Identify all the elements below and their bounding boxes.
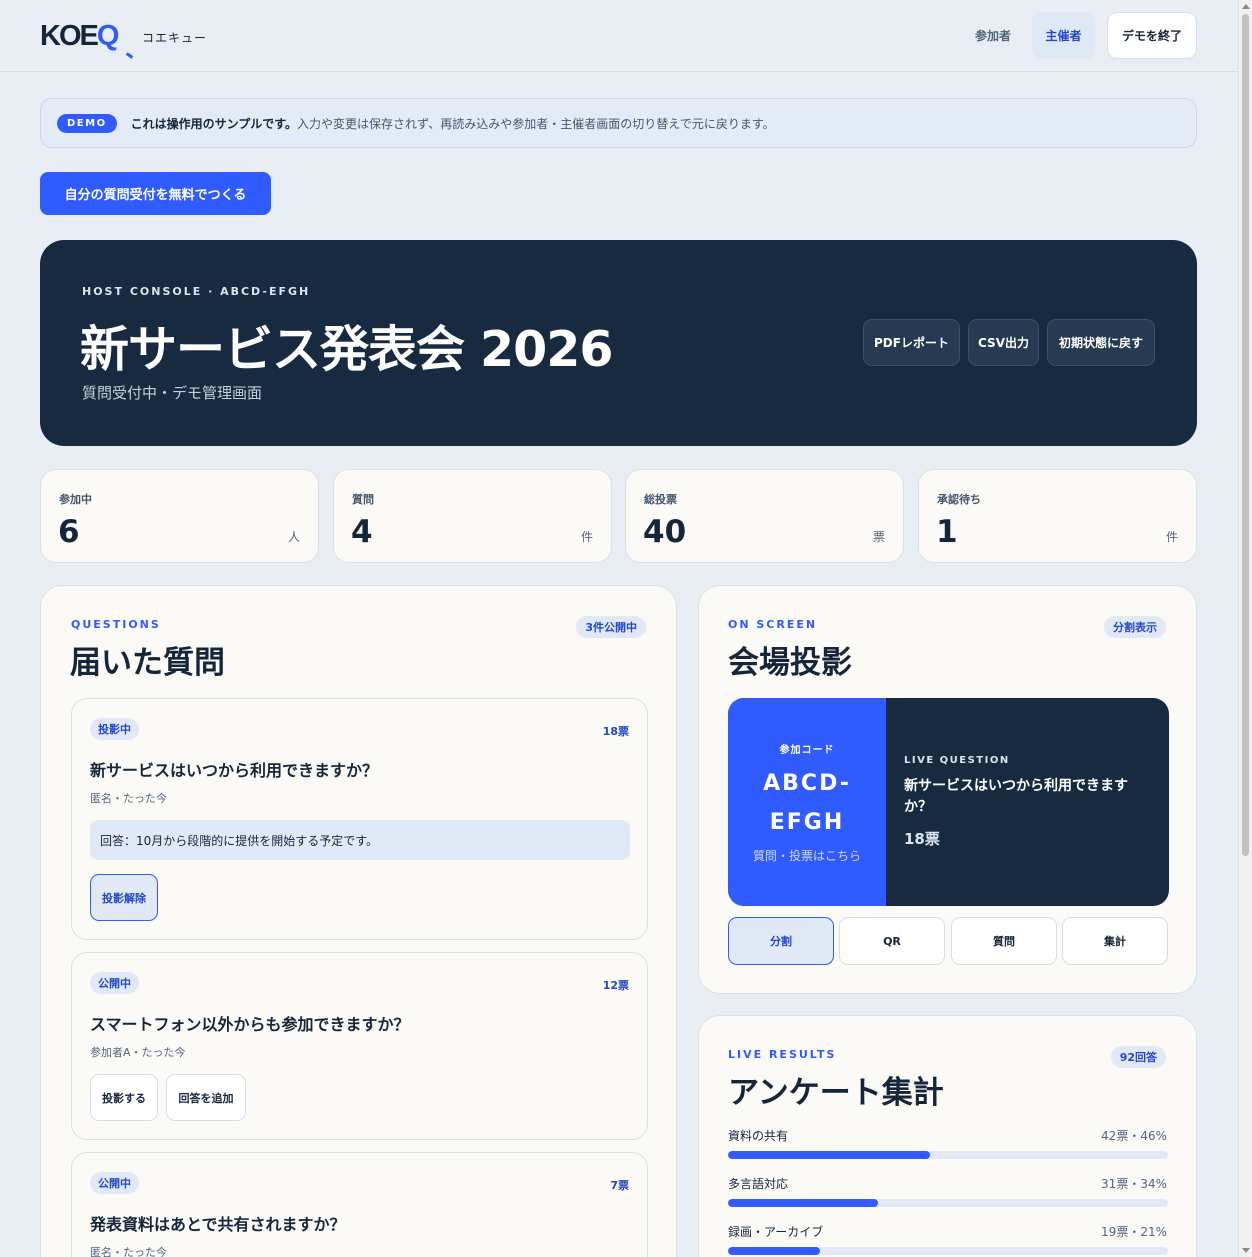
nav-participant[interactable]: 参加者 (964, 12, 1022, 59)
top-header: KOEQ コエキュー 参加者 主催者 デモを終了 (0, 0, 1238, 72)
join-code: ABCD-EFGH (763, 771, 851, 835)
scroll-up-icon[interactable] (1242, 4, 1250, 9)
scroll-down-icon[interactable] (1242, 1248, 1250, 1253)
result-label: 資料の共有 (728, 1129, 789, 1143)
create-free-button[interactable]: 自分の質問受付を無料でつくる (40, 172, 271, 215)
stat-pending: 承認待ち 1 件 (918, 469, 1197, 563)
question-votes: 18票 (602, 725, 629, 738)
result-bar-track (728, 1247, 1168, 1255)
display-mode-badge: 分割表示 (1104, 616, 1166, 638)
stat-questions: 質問 4 件 (333, 469, 612, 563)
reset-button[interactable]: 初期状態に戻す (1047, 319, 1155, 366)
response-count-badge: 92回答 (1110, 1046, 1166, 1068)
banner-strong-text: これは操作用のサンプルです。 (130, 116, 298, 131)
result-label: 録画・アーカイブ (728, 1225, 824, 1239)
live-question-label: LIVE QUESTION (904, 755, 1010, 766)
onscreen-eyebrow: ON SCREEN (728, 618, 818, 631)
published-count-badge: 3件公開中 (576, 616, 646, 638)
stat-label: 質問 (352, 493, 374, 506)
question-meta: 匿名・たった今 (90, 1246, 167, 1257)
result-bar-track (728, 1151, 1168, 1159)
exit-demo-button[interactable]: デモを終了 (1107, 12, 1197, 59)
result-bar-track (728, 1199, 1168, 1207)
question-text: スマートフォン以外からも参加できますか？ (90, 1015, 410, 1034)
scroll-thumb[interactable] (1242, 14, 1249, 856)
stat-unit: 件 (580, 530, 593, 544)
question-text: 新サービスはいつから利用できますか？ (90, 761, 379, 780)
question-card: 投影中 18票 新サービスはいつから利用できますか？ 匿名・たった今 回答：10… (71, 698, 648, 940)
logo-subtitle: コエキュー (142, 31, 208, 45)
result-bar-fill (728, 1247, 821, 1255)
mode-qr-button[interactable]: QR (839, 917, 945, 965)
stat-value: 1 (936, 514, 958, 550)
stat-label: 参加中 (59, 493, 92, 506)
question-votes: 7票 (610, 1179, 629, 1192)
question-meta: 匿名・たった今 (90, 792, 167, 805)
stat-label: 総投票 (644, 493, 677, 506)
stat-label: 承認待ち (937, 493, 981, 506)
stat-unit: 票 (872, 530, 885, 544)
stat-unit: 人 (287, 530, 300, 544)
question-status-badge: 公開中 (90, 972, 139, 994)
nav-host[interactable]: 主催者 (1032, 12, 1095, 59)
hero-panel: HOST CONSOLE · ABCD-EFGH 新サービス発表会 2026 質… (40, 240, 1197, 446)
question-answer: 回答：10月から段階的に提供を開始する予定です。 (90, 820, 630, 860)
demo-badge: DEMO (57, 113, 117, 133)
csv-export-button[interactable]: CSV出力 (968, 319, 1039, 366)
stat-votes: 総投票 40 票 (625, 469, 904, 563)
onscreen-panel: ON SCREEN 会場投影 分割表示 参加コード ABCD-EFGH 質問・投… (698, 585, 1197, 994)
join-code-label: 参加コード (779, 745, 835, 756)
stat-value: 40 (643, 514, 687, 550)
stat-value: 6 (58, 514, 80, 550)
mode-question-button[interactable]: 質問 (951, 917, 1057, 965)
questions-eyebrow: QUESTIONS (71, 618, 161, 631)
add-answer-button[interactable]: 回答を追加 (166, 1074, 246, 1121)
event-subtitle: 質問受付中・デモ管理画面 (82, 384, 263, 402)
hero-eyebrow: HOST CONSOLE · ABCD-EFGH (82, 285, 311, 298)
stat-unit: 件 (1165, 530, 1178, 544)
projection-preview: 参加コード ABCD-EFGH 質問・投票はこちら LIVE QUESTION … (728, 698, 1169, 906)
question-votes: 12票 (602, 979, 629, 992)
stat-value: 4 (351, 514, 373, 550)
result-bar-fill (728, 1199, 878, 1207)
demo-banner: DEMO これは操作用のサンプルです。 入力や変更は保存されず、再読み込みや参加… (40, 98, 1197, 148)
questions-title: 届いた質問 (70, 645, 225, 681)
question-text: 発表資料はあとで共有されますか？ (90, 1215, 346, 1234)
pdf-report-button[interactable]: PDFレポート (863, 319, 960, 366)
result-value: 19票・21% (1101, 1225, 1167, 1239)
live-question-votes: 18票 (904, 830, 940, 848)
mode-split-button[interactable]: 分割 (728, 917, 834, 965)
onscreen-title: 会場投影 (728, 645, 852, 681)
results-title: アンケート集計 (728, 1075, 944, 1111)
unproject-button[interactable]: 投影解除 (90, 874, 158, 921)
event-title: 新サービス発表会 2026 (80, 321, 613, 378)
join-code-area: 参加コード ABCD-EFGH 質問・投票はこちら (728, 698, 886, 906)
result-value: 42票・46% (1101, 1129, 1167, 1143)
questions-panel: QUESTIONS 届いた質問 3件公開中 投影中 18票 新サービスはいつから… (40, 585, 677, 1257)
result-bar-fill (728, 1151, 931, 1159)
question-status-badge: 投影中 (90, 718, 139, 740)
banner-text: 入力や変更は保存されず、再読み込みや参加者・主催者画面の切り替えで元に戻ります。 (297, 116, 775, 131)
question-card: 公開中 12票 スマートフォン以外からも参加できますか？ 参加者A・たった今 投… (71, 952, 648, 1140)
results-eyebrow: LIVE RESULTS (728, 1048, 837, 1061)
join-code-note: 質問・投票はこちら (752, 849, 861, 863)
koeq-logo[interactable]: KOEQ (40, 20, 134, 59)
question-card: 公開中 7票 発表資料はあとで共有されますか？ 匿名・たった今 (71, 1152, 648, 1257)
project-button[interactable]: 投影する (90, 1074, 158, 1121)
scrollbar[interactable] (1238, 0, 1252, 1257)
question-status-badge: 公開中 (90, 1172, 139, 1194)
results-panel: LIVE RESULTS アンケート集計 92回答 資料の共有 42票・46% … (698, 1015, 1197, 1257)
mode-results-button[interactable]: 集計 (1062, 917, 1168, 965)
live-question-text: 新サービスはいつから利用できますか？ (904, 778, 1128, 815)
result-label: 多言語対応 (728, 1177, 789, 1191)
stat-participants: 参加中 6 人 (40, 469, 319, 563)
question-meta: 参加者A・たった今 (90, 1046, 186, 1059)
result-value: 31票・34% (1101, 1177, 1167, 1191)
